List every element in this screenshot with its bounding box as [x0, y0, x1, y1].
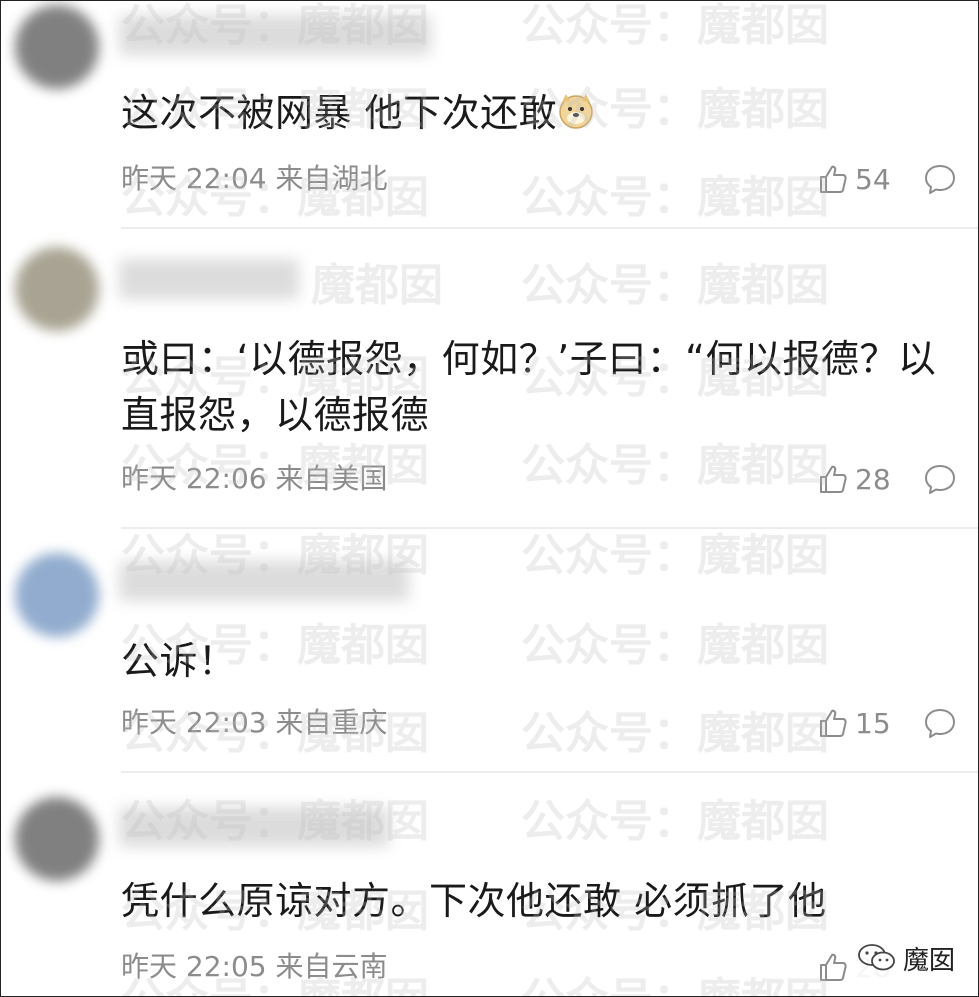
comment-location: 来自湖北 — [275, 162, 388, 195]
divider — [121, 771, 978, 773]
watermark-layer: 公众号：魔都囡 公众号：魔都囡 公众号：魔都囡 公众号：魔都囡 公众号：魔都囡 … — [1, 1, 978, 996]
avatar[interactable] — [15, 553, 99, 637]
wechat-icon — [858, 944, 895, 971]
reply-button[interactable] — [923, 462, 957, 496]
avatar[interactable] — [15, 797, 99, 881]
comment-location: 来自美国 — [275, 462, 388, 495]
comment-bubble-icon — [925, 709, 955, 738]
username[interactable] — [119, 259, 299, 299]
like-count: 15 — [855, 706, 891, 740]
like-count: 54 — [855, 162, 891, 196]
badge-label: 魔囡 — [903, 945, 956, 976]
reply-button[interactable] — [923, 162, 957, 196]
watermark-text: 公众号：魔都囡 — [521, 1, 829, 51]
comment-meta: 昨天 22:06 来自美国 — [121, 461, 388, 497]
username[interactable] — [119, 807, 389, 847]
watermark-text: 魔都囡 — [311, 260, 443, 311]
comment-time: 昨天 22:06 — [121, 462, 267, 495]
comment-time: 昨天 22:03 — [121, 706, 267, 739]
thumbs-up-icon — [820, 709, 847, 737]
comment-meta: 昨天 22:05 来自云南 — [121, 949, 388, 985]
divider — [121, 227, 978, 229]
watermark-text: 公众号：魔都囡 — [521, 708, 829, 759]
comment-list: 这次不被网暴 他下次还敢 昨天 22:04 来自湖北 54 或曰：‘以德报怨，何… — [0, 0, 979, 997]
username[interactable] — [119, 15, 431, 55]
comment-location: 来自重庆 — [275, 706, 388, 739]
watermark-text: 公众号：魔都囡 — [521, 796, 829, 847]
watermark-text: 公众号：魔都囡 — [521, 172, 829, 223]
avatar[interactable] — [15, 247, 99, 331]
like-button[interactable]: 54 — [817, 161, 891, 197]
comment-bubble-icon — [925, 165, 955, 194]
watermark-text: 公众号：魔都囡 — [521, 260, 829, 311]
doge-emoji-icon — [559, 94, 593, 129]
source-badge: 魔囡 — [853, 937, 963, 979]
comment-text: 或曰：‘以德报怨，何如？’子曰：“何以报德？以直报怨，以德报德 — [121, 337, 937, 437]
comment-text: 凭什么原谅对方。下次他还敢 必须抓了他 — [121, 879, 827, 923]
watermark-text: 公众号：魔都囡 — [521, 963, 829, 996]
comment-text: 公诉！ — [121, 639, 237, 683]
comment-time: 昨天 22:05 — [121, 950, 267, 983]
thumbs-up-icon — [820, 465, 847, 493]
comment-meta: 昨天 22:03 来自重庆 — [121, 705, 388, 741]
username[interactable] — [119, 561, 409, 601]
divider — [121, 527, 978, 529]
comment-time: 昨天 22:04 — [121, 162, 267, 195]
reply-button[interactable] — [923, 706, 957, 740]
comment-text: 这次不被网暴 他下次还敢 — [121, 85, 954, 141]
like-count: 28 — [855, 462, 891, 496]
avatar[interactable] — [15, 5, 99, 89]
comment-bubble-icon — [925, 465, 955, 494]
thumbs-up-icon — [820, 165, 847, 193]
comment-location: 来自云南 — [275, 950, 388, 983]
thumbs-up-icon — [820, 953, 847, 981]
comment-meta: 昨天 22:04 来自湖北 — [121, 161, 388, 197]
like-button[interactable]: 15 — [817, 705, 891, 741]
like-button[interactable]: 28 — [817, 461, 891, 497]
